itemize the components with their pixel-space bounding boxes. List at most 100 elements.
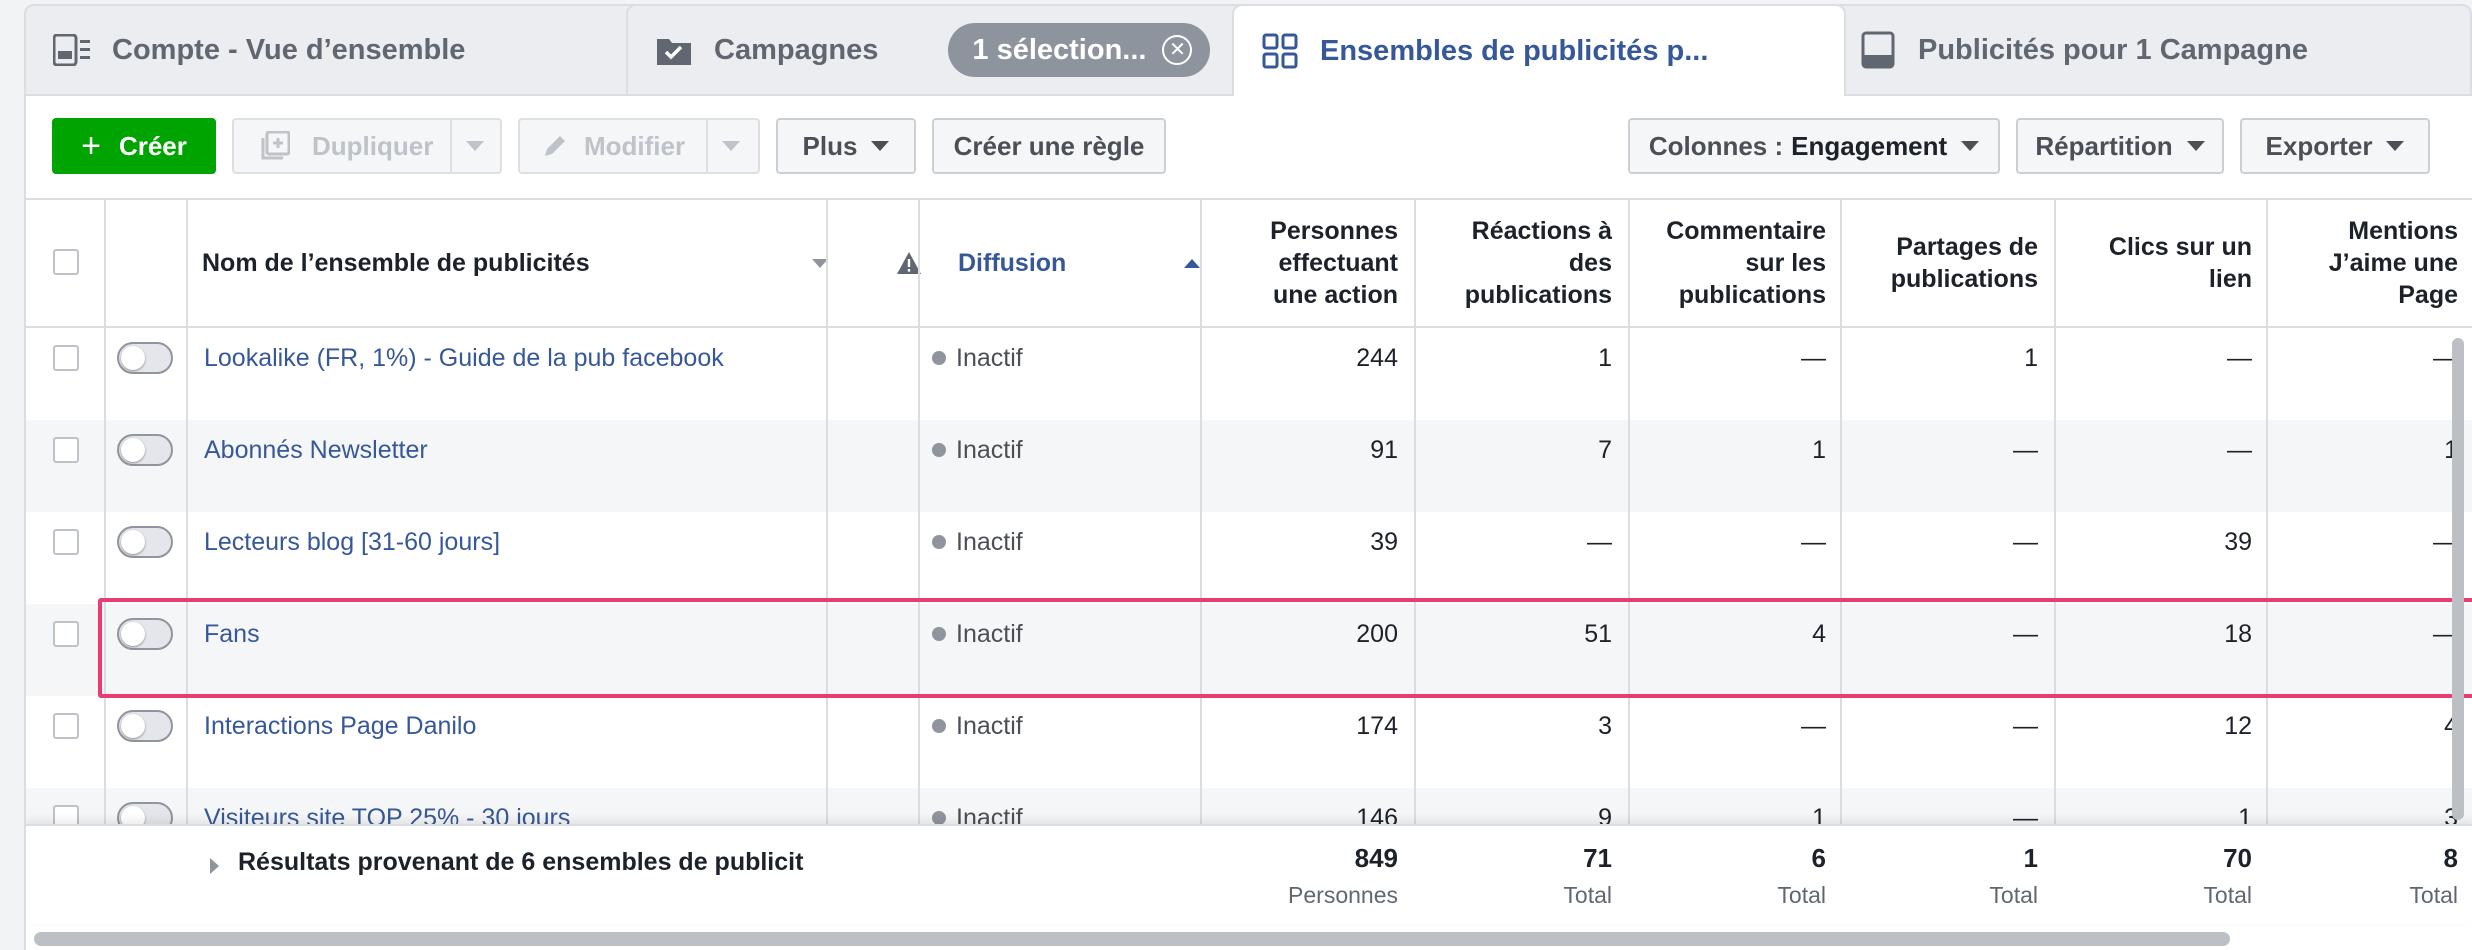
column-divider <box>186 200 188 824</box>
row-checkbox[interactable] <box>53 437 79 463</box>
metric-comments: 1 <box>1812 435 1826 464</box>
ad-sets-table: Nom de l’ensemble de publicités Diffusio… <box>24 198 2472 950</box>
total-unit: Total <box>1989 882 2038 908</box>
header-line: publications <box>1464 281 1612 309</box>
header-line: Clics sur un <box>2108 233 2252 261</box>
ad-set-name-link[interactable]: Lecteurs blog [31-60 jours] <box>204 512 824 572</box>
expand-arrow-icon[interactable] <box>210 858 219 874</box>
metric-people: 244 <box>1356 343 1398 372</box>
column-divider <box>918 200 920 924</box>
create-button[interactable]: + Créer <box>52 118 216 174</box>
toolbar: + Créer Dupliquer Modifier Plus Créer un… <box>24 94 2472 200</box>
tab-label: Compte - Vue d’ensemble <box>112 33 466 66</box>
duplicate-button[interactable]: Dupliquer <box>232 118 502 174</box>
ad-set-toggle[interactable] <box>117 618 173 650</box>
ad-set-toggle[interactable] <box>117 342 173 374</box>
metric-reactions: 7 <box>1598 435 1612 464</box>
chevron-down-icon <box>871 141 890 151</box>
row-checkbox[interactable] <box>53 713 79 739</box>
columns-button[interactable]: Colonnes : Engagement <box>1628 118 2000 174</box>
col-header-comments[interactable]: Commentaire sur les publications <box>1630 200 1842 326</box>
ad-set-toggle[interactable] <box>117 434 173 466</box>
col-header-link-clicks[interactable]: Clics sur un lien <box>2056 200 2268 326</box>
total-value: 71 <box>1583 843 1612 873</box>
metric-comments: — <box>1801 711 1826 740</box>
pencil-icon <box>542 133 568 159</box>
col-header-shares[interactable]: Partages de publications <box>1842 200 2054 326</box>
table-row[interactable]: Abonnés Newsletter Inactif 91 7 1 — — 1 <box>26 420 2472 512</box>
col-header-delivery-label: Diffusion <box>958 249 1067 277</box>
header-line: des <box>1568 249 1612 277</box>
selection-pill[interactable]: 1 sélection... ✕ <box>948 23 1211 77</box>
tab-ad-sets[interactable]: Ensembles de publicités p... <box>1232 4 1846 96</box>
status-dot-icon <box>932 811 946 825</box>
create-rule-button[interactable]: Créer une règle <box>932 118 1166 174</box>
sort-ascending-icon <box>1184 258 1200 268</box>
header-line: une action <box>1272 281 1398 309</box>
more-button[interactable]: Plus <box>776 118 916 174</box>
selection-pill-label: 1 sélection... <box>972 33 1147 66</box>
select-all-checkbox[interactable] <box>53 249 79 275</box>
clear-selection-icon[interactable]: ✕ <box>1162 35 1193 65</box>
metric-page-likes: — <box>2433 619 2458 648</box>
col-header-name[interactable]: Nom de l’ensemble de publicités <box>202 200 842 326</box>
chevron-down-icon[interactable] <box>466 141 484 151</box>
status-dot-icon <box>932 719 946 733</box>
delivery-status: Inactif <box>932 512 1192 572</box>
ad-set-name-link[interactable]: Interactions Page Danilo <box>204 696 824 756</box>
col-header-delivery[interactable]: Diffusion <box>934 200 1216 326</box>
metric-comments: 4 <box>1812 619 1826 648</box>
metric-link-clicks: 18 <box>2224 619 2252 648</box>
delivery-status-label: Inactif <box>956 343 1023 372</box>
breakdown-button-label: Répartition <box>2035 130 2173 161</box>
ad-set-toggle[interactable] <box>117 710 173 742</box>
metric-shares: — <box>2013 619 2038 648</box>
edit-button[interactable]: Modifier <box>518 118 760 174</box>
header-line: Personnes <box>1270 217 1398 245</box>
ad-icon <box>1858 30 1898 70</box>
breakdown-button[interactable]: Répartition <box>2016 118 2224 174</box>
metric-shares: — <box>2013 435 2038 464</box>
plus-icon: + <box>81 127 101 165</box>
col-header-page-likes[interactable]: Mentions J’aime une Page <box>2268 200 2472 326</box>
account-overview-icon <box>52 30 92 70</box>
tab-account-overview[interactable]: Compte - Vue d’ensemble <box>24 4 664 94</box>
metric-shares: — <box>2013 527 2038 556</box>
row-checkbox[interactable] <box>53 621 79 647</box>
chevron-down-icon[interactable] <box>722 141 740 151</box>
header-line: lien <box>2208 265 2252 293</box>
column-divider <box>2054 200 2056 924</box>
total-value: 70 <box>2223 843 2252 873</box>
metric-link-clicks: — <box>2227 435 2252 464</box>
total-value: 8 <box>2443 843 2458 873</box>
column-divider <box>1200 200 1202 924</box>
table-row[interactable]: Interactions Page Danilo Inactif 174 3 — — 12 4 <box>26 696 2472 788</box>
metric-comments: — <box>1801 343 1826 372</box>
delivery-status: Inactif <box>932 696 1192 756</box>
tab-ads[interactable]: Publicités pour 1 Campagne <box>1830 4 2472 94</box>
ad-set-name-link[interactable]: Abonnés Newsletter <box>204 420 824 480</box>
total-link-clicks: 70 Total <box>2056 826 2268 926</box>
metric-people: 91 <box>1370 435 1398 464</box>
row-checkbox[interactable] <box>53 345 79 371</box>
table-row[interactable]: Lookalike (FR, 1%) - Guide de la pub fac… <box>26 328 2472 420</box>
metric-people: 174 <box>1356 711 1398 740</box>
vertical-scrollbar[interactable] <box>2452 338 2464 820</box>
table-row[interactable]: Lecteurs blog [31-60 jours] Inactif 39 — — — 3… <box>26 512 2472 604</box>
ad-set-name-link[interactable]: Lookalike (FR, 1%) - Guide de la pub fac… <box>204 328 824 388</box>
ad-set-toggle[interactable] <box>117 526 173 558</box>
total-shares: 1 Total <box>1842 826 2054 926</box>
metric-shares: — <box>2013 711 2038 740</box>
column-divider <box>2266 200 2268 924</box>
col-header-people[interactable]: Personnes effectuant une action <box>1202 200 1414 326</box>
tab-campaigns[interactable]: Campagnes 1 sélection... ✕ <box>626 4 1248 94</box>
metric-page-likes: 4 <box>2268 696 2472 756</box>
horizontal-scrollbar[interactable] <box>34 932 2230 946</box>
chevron-down-icon <box>1961 141 1980 151</box>
row-checkbox[interactable] <box>53 529 79 555</box>
ad-set-name-link[interactable]: Fans <box>204 604 824 664</box>
campaign-check-icon <box>654 30 694 70</box>
table-row[interactable]: Fans Inactif 200 51 4 — 18 — <box>26 604 2472 696</box>
export-button[interactable]: Exporter <box>2240 118 2430 174</box>
col-header-reactions[interactable]: Réactions à des publications <box>1416 200 1628 326</box>
